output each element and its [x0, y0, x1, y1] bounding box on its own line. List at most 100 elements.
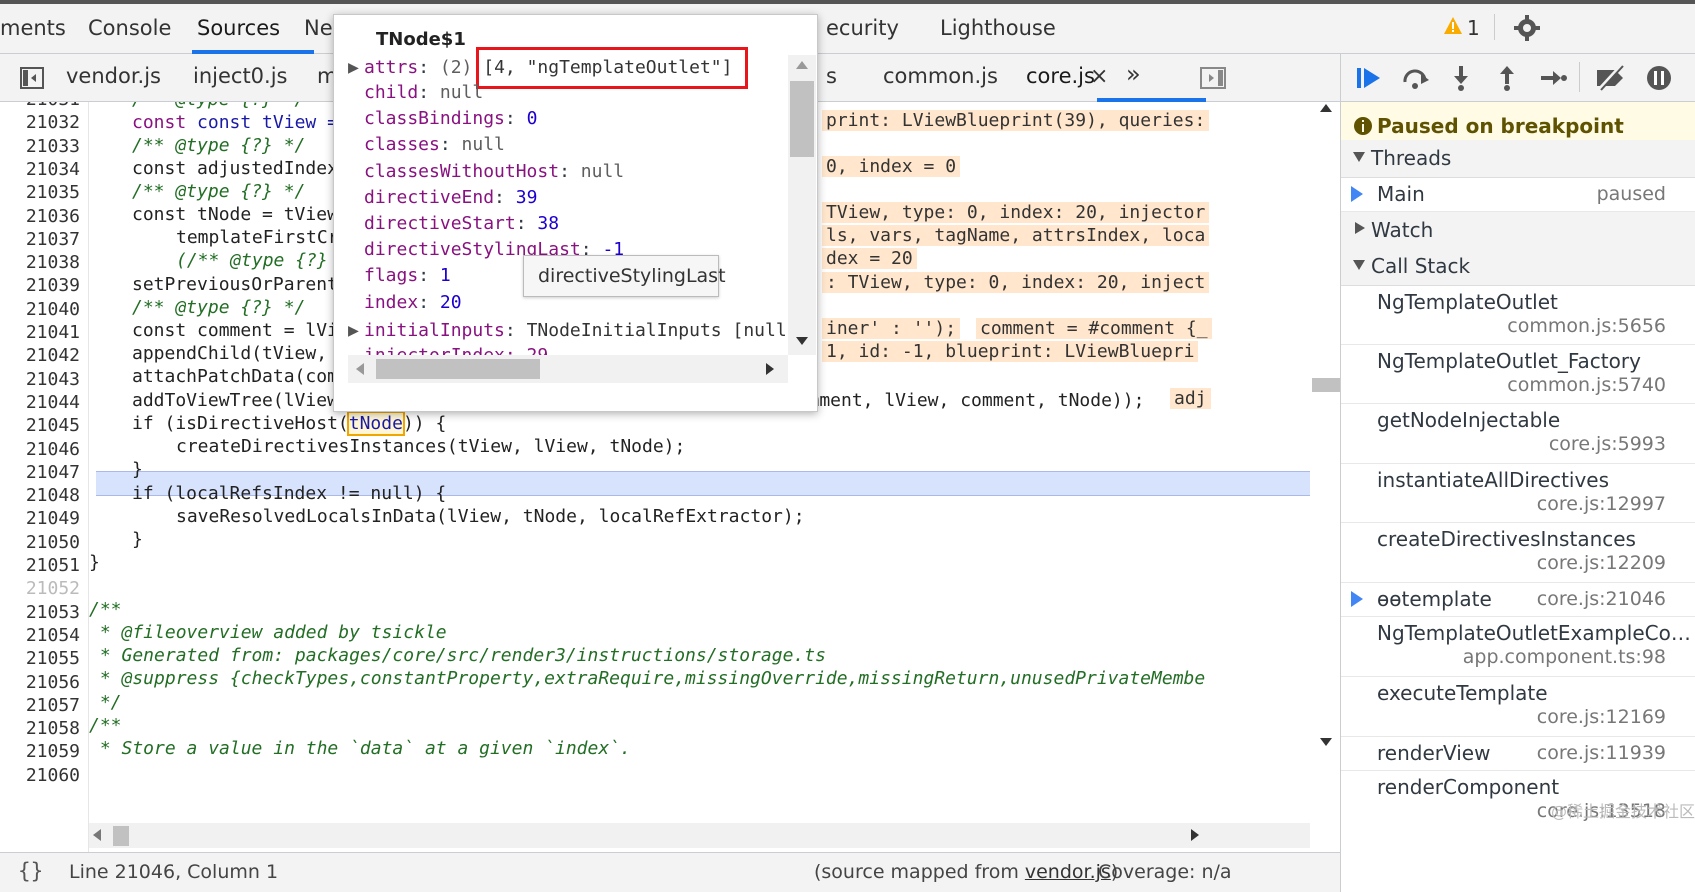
line-number[interactable]: 21049 [0, 508, 80, 529]
line-number[interactable]: 21042 [0, 345, 80, 366]
line-number[interactable]: 21031 [0, 102, 80, 110]
scroll-left-icon[interactable] [93, 829, 101, 841]
line-number[interactable]: 21060 [0, 765, 80, 786]
tab-sources[interactable]: Sources [197, 16, 280, 40]
line-number[interactable]: 21036 [0, 206, 80, 227]
file-tab-s[interactable]: s [826, 64, 837, 88]
scroll-thumb[interactable] [376, 359, 540, 379]
expand-arrow-icon[interactable]: ▶ [348, 57, 359, 78]
line-number[interactable]: 21050 [0, 532, 80, 553]
warning-icon[interactable] [1443, 16, 1463, 40]
gear-icon[interactable] [1513, 14, 1541, 46]
property-classes[interactable]: classes: null [364, 134, 505, 155]
line-number[interactable]: 21043 [0, 369, 80, 390]
scroll-right-icon[interactable] [1191, 829, 1199, 841]
horizontal-scrollbar[interactable] [89, 823, 1310, 848]
line-number[interactable]: 21046 [0, 439, 80, 460]
frame-location: core.js:21046 [1536, 588, 1666, 610]
file-tab-vendor[interactable]: vendor.js [66, 64, 161, 88]
file-tab-common[interactable]: common.js [883, 64, 998, 88]
popover-vertical-scrollbar[interactable] [788, 55, 816, 355]
callstack-frame[interactable]: renderView core.js:11939 [1341, 737, 1695, 771]
line-number[interactable]: 21054 [0, 625, 80, 646]
deactivate-breakpoints-icon[interactable] [1595, 64, 1627, 96]
thread-row-main[interactable]: Main paused [1341, 178, 1695, 212]
line-number[interactable]: 21052 [0, 578, 80, 599]
file-tab-core[interactable]: core.js [1026, 64, 1095, 88]
line-number[interactable]: 21035 [0, 182, 80, 203]
callstack-frame[interactable]: executeTemplate core.js:12169 [1341, 677, 1695, 737]
popover-horizontal-scrollbar[interactable] [348, 355, 788, 383]
callstack-frame[interactable]: instantiateAllDirectives core.js:12997 [1341, 464, 1695, 523]
tab-console[interactable]: Console [88, 16, 171, 40]
scroll-up-icon[interactable] [796, 61, 808, 69]
line-number[interactable]: 21047 [0, 462, 80, 483]
line-number[interactable]: 21053 [0, 602, 80, 623]
line-number[interactable]: 21044 [0, 392, 80, 413]
vertical-scrollbar[interactable] [1312, 102, 1340, 822]
property-child[interactable]: child: null [364, 82, 483, 103]
line-number[interactable]: 21056 [0, 672, 80, 693]
line-number[interactable]: 21032 [0, 112, 80, 133]
property-directivestart[interactable]: directiveStart: 38 [364, 213, 559, 234]
tab-security[interactable]: ecurity [826, 16, 899, 40]
watch-section-header[interactable]: Watch [1341, 212, 1695, 250]
callstack-frame[interactable]: NgTemplateOutletExampleCo… app.component… [1341, 617, 1695, 677]
expand-arrow-icon[interactable]: ▶ [348, 320, 359, 341]
scroll-down-icon[interactable] [1320, 738, 1332, 746]
tab-elements[interactable]: ments [0, 16, 66, 40]
line-number[interactable]: 21051 [0, 555, 80, 576]
scroll-up-icon[interactable] [1320, 104, 1332, 112]
scroll-thumb[interactable] [113, 826, 129, 846]
callstack-frame-current[interactable]: ɵɵtemplate core.js:21046 [1341, 583, 1695, 617]
line-number[interactable]: 21048 [0, 485, 80, 506]
pause-on-exceptions-icon[interactable] [1645, 64, 1673, 96]
toggle-navigator-icon[interactable] [20, 66, 44, 94]
callstack-frame[interactable]: NgTemplateOutlet common.js:5656 [1341, 286, 1695, 345]
code-line: setPreviousOrParent [132, 274, 338, 295]
callstack-frame[interactable]: createDirectivesInstances core.js:12209 [1341, 523, 1695, 583]
property-classbindings[interactable]: classBindings: 0 [364, 108, 537, 129]
resume-icon[interactable] [1355, 66, 1383, 94]
object-preview-popover[interactable]: TNode$1 ▶ attrs: (2) [4, "ngTemplateOutl… [333, 14, 818, 412]
scroll-down-icon[interactable] [796, 337, 808, 345]
file-tab-inject0[interactable]: inject0.js [193, 64, 288, 88]
close-tab-icon[interactable]: × [1090, 64, 1108, 89]
line-number[interactable]: 21038 [0, 252, 80, 273]
scroll-right-icon[interactable] [766, 363, 774, 375]
line-number[interactable]: 21045 [0, 415, 80, 436]
more-tabs-button[interactable]: » [1126, 60, 1141, 88]
frame-location: core.js:12997 [1536, 493, 1666, 515]
line-number[interactable]: 21033 [0, 136, 80, 157]
line-number[interactable]: 21037 [0, 229, 80, 250]
callstack-frame[interactable]: getNodeInjectable core.js:5993 [1341, 404, 1695, 464]
scroll-thumb[interactable] [1312, 378, 1340, 392]
scroll-left-icon[interactable] [356, 363, 364, 375]
tab-lighthouse[interactable]: Lighthouse [940, 16, 1056, 40]
step-out-icon[interactable] [1495, 64, 1519, 96]
line-number[interactable]: 21059 [0, 741, 80, 762]
step-into-icon[interactable] [1449, 64, 1473, 96]
line-number[interactable]: 21055 [0, 648, 80, 669]
property-index[interactable]: index: 20 [364, 292, 462, 313]
line-number[interactable]: 21041 [0, 322, 80, 343]
property-initialinputs[interactable]: initialInputs: TNodeInitialInputs [null [364, 320, 787, 341]
frame-name: instantiateAllDirectives [1377, 468, 1610, 492]
toggle-debugger-icon[interactable] [1200, 66, 1226, 94]
property-directiveend[interactable]: directiveEnd: 39 [364, 187, 537, 208]
property-flags[interactable]: flags: 1 [364, 265, 451, 286]
line-number[interactable]: 21039 [0, 275, 80, 296]
pretty-print-button[interactable]: {} [18, 859, 43, 883]
threads-section-header[interactable]: Threads [1341, 140, 1695, 178]
line-number[interactable]: 21034 [0, 159, 80, 180]
property-classeswithouthost[interactable]: classesWithoutHost: null [364, 161, 624, 182]
callstack-section-header[interactable]: Call Stack [1341, 248, 1695, 286]
step-icon[interactable] [1539, 66, 1567, 94]
line-number[interactable]: 21058 [0, 718, 80, 739]
issues-count[interactable]: 1 [1467, 16, 1480, 40]
line-number[interactable]: 21057 [0, 695, 80, 716]
step-over-icon[interactable] [1401, 66, 1431, 94]
scroll-thumb[interactable] [790, 81, 814, 157]
callstack-frame[interactable]: NgTemplateOutlet_Factory common.js:5740 [1341, 345, 1695, 404]
line-number[interactable]: 21040 [0, 299, 80, 320]
